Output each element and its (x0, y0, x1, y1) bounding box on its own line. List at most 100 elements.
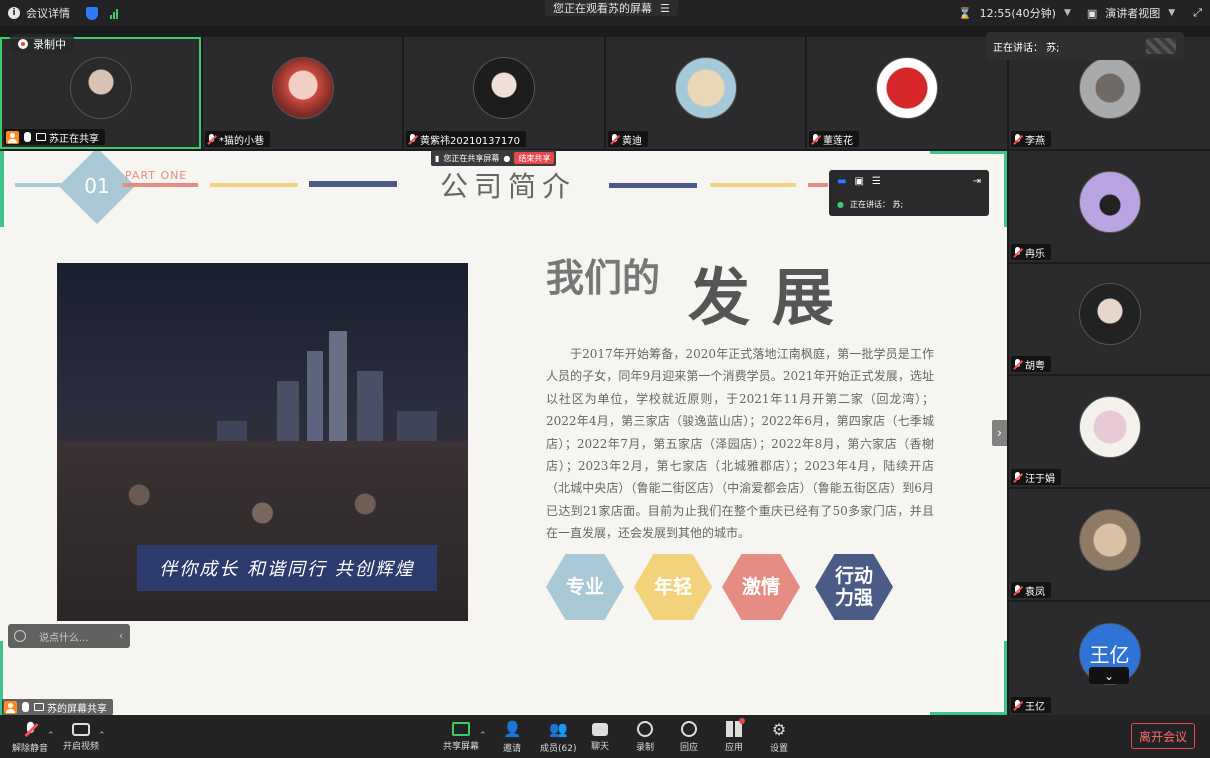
avatar (473, 57, 535, 120)
info-icon[interactable]: i (8, 7, 20, 19)
mic-muted-icon (408, 133, 417, 145)
chevron-left-icon[interactable]: ‹ (112, 631, 130, 642)
video-tile-side-2[interactable]: 冉乐 (1009, 151, 1210, 262)
tag-hexagon-3: 激情 (722, 554, 800, 620)
gear-icon: ⚙ (771, 720, 787, 739)
meeting-info-area[interactable]: i 会议详情 (0, 5, 118, 21)
host-icon (6, 130, 19, 144)
chat-button[interactable]: 聊天 (591, 720, 609, 752)
screen-share-name-tag: 苏的屏幕共享 (2, 699, 113, 715)
tag-label: 行动 力强 (834, 565, 873, 609)
participant-name-tag: 李燕 (1011, 131, 1051, 147)
security-shield-icon[interactable] (86, 6, 98, 20)
emoji-icon[interactable] (8, 630, 32, 642)
avatar (876, 57, 938, 120)
scroll-down-button[interactable]: ⌄ (1089, 667, 1129, 684)
recording-label: 录制中 (33, 38, 66, 51)
mic-muted-icon (811, 133, 820, 145)
mic-active-icon: ● (837, 199, 844, 209)
avatar (1078, 508, 1141, 571)
mic-muted-icon (1013, 471, 1022, 483)
record-label: 录制 (636, 743, 655, 753)
video-tile-2[interactable]: *猫的小巷 (203, 37, 402, 149)
invite-button[interactable]: 👤 邀请 (503, 720, 522, 754)
video-tile-side-4[interactable]: 汪于娟 (1009, 376, 1210, 487)
chat-input[interactable]: 说点什么... (32, 628, 112, 644)
collapse-icon[interactable]: ⇥ (973, 176, 981, 187)
network-signal-icon[interactable] (110, 8, 118, 19)
participant-name-tag: 王亿 (1011, 697, 1051, 713)
floating-mini-panel[interactable]: ▬ ▣ ☰ ⇥ ● 正在讲话： 苏; (829, 170, 989, 216)
video-tile-4[interactable]: 黄迪 (606, 37, 805, 149)
chat-icon (592, 723, 608, 736)
apps-button[interactable]: 应用 (725, 718, 745, 753)
recording-icon (18, 39, 28, 49)
screen-share-icon (34, 703, 44, 711)
view-mode-icon[interactable]: ▣ (1087, 7, 1097, 20)
top-right-controls: ⌛ 12:55(40分钟) ▼ ▣ 演讲者视图 ▼ ⤢ (958, 0, 1202, 26)
mic-muted-icon (1013, 584, 1022, 596)
view-mode-button[interactable]: 演讲者视图 (1105, 5, 1160, 21)
participant-name-tag: 汪于娟 (1011, 469, 1061, 485)
video-tile-3[interactable]: 黄紫祎20210137170 (404, 37, 604, 149)
window-icon[interactable]: ▣ (854, 176, 863, 187)
recording-indicator[interactable]: 录制中 (10, 34, 74, 54)
chevron-down-icon[interactable]: ▼ (1064, 8, 1071, 18)
menu-icon[interactable]: ☰ (660, 2, 670, 15)
chevron-down-icon[interactable]: ▼ (1168, 8, 1175, 18)
start-video-button[interactable]: 开启视频 (63, 720, 99, 752)
share-frame-corner (1004, 151, 1007, 227)
sharing-status-text: 您正在共享屏幕 (443, 153, 500, 163)
sharing-status-bar[interactable]: ▮ 您正在共享屏幕 ● 结束共享 (431, 150, 557, 166)
viewing-screen-indicator[interactable]: 您正在观看苏的屏幕 ☰ (545, 0, 678, 16)
decor-bar (309, 181, 397, 187)
mic-muted-icon (1013, 358, 1022, 370)
record-button[interactable]: 录制 (636, 720, 654, 753)
tag-hexagon-2: 年轻 (634, 554, 712, 620)
mic-muted-icon (1013, 699, 1022, 711)
unmute-button[interactable]: 解除静音 (12, 720, 48, 754)
mic-muted-icon (610, 133, 619, 145)
speaker-thumbnail (1146, 38, 1176, 54)
emoji-icon (681, 721, 697, 737)
camera-off-icon (72, 723, 90, 736)
viewing-screen-text: 您正在观看苏的屏幕 (553, 2, 652, 15)
invite-label: 邀请 (503, 744, 522, 754)
tag-hexagon-4: 行动 力强 (815, 554, 893, 620)
mic-icon (22, 702, 29, 712)
meeting-details-link[interactable]: 会议详情 (26, 5, 70, 21)
minimize-icon[interactable]: ▬ (837, 176, 846, 187)
mic-muted-icon (1013, 246, 1022, 258)
list-icon[interactable]: ☰ (872, 176, 881, 187)
react-button[interactable]: 回应 (680, 720, 698, 753)
chevron-up-icon[interactable]: ⌃ (479, 731, 487, 741)
decor-bar (123, 183, 198, 187)
next-page-button[interactable]: › (992, 420, 1007, 446)
chevron-up-icon[interactable]: ⌃ (98, 731, 106, 741)
tag-label: 年轻 (653, 576, 692, 598)
stop-sharing-button[interactable]: 结束共享 (514, 152, 555, 164)
avatar (674, 57, 737, 120)
share-frame-corner (1004, 641, 1007, 715)
members-button[interactable]: 👥 成员(62) (540, 720, 576, 754)
settings-button[interactable]: ⚙ 设置 (770, 720, 788, 754)
video-tile-side-6[interactable]: 王亿 王亿 (1009, 602, 1210, 715)
video-tile-5[interactable]: 董莲花 (807, 37, 1007, 149)
participant-name: 袁凤 (1025, 586, 1045, 598)
chevron-right-icon: › (996, 425, 1003, 441)
share-screen-button[interactable]: 共享屏幕 (443, 720, 479, 752)
video-tile-side-3[interactable]: 胡粤 (1009, 264, 1210, 374)
screen-share-owner: 苏的屏幕共享 (47, 703, 107, 715)
chat-bubble-input[interactable]: 说点什么... ‹ (8, 624, 130, 648)
fullscreen-icon[interactable]: ⤢ (1193, 6, 1202, 20)
members-label: 成员(62) (540, 744, 577, 754)
leave-meeting-button[interactable]: 离开会议 (1131, 723, 1195, 749)
chevron-up-icon[interactable]: ⌃ (47, 731, 55, 741)
participant-name-tag: 冉乐 (1011, 244, 1051, 260)
video-label: 开启视频 (63, 742, 100, 752)
members-icon: 👥 (549, 720, 568, 738)
top-bar: i 会议详情 您正在观看苏的屏幕 ☰ ⌛ 12:55(40分钟) ▼ ▣ 演讲者… (0, 0, 1210, 26)
team-photo: 伴你成长 和谐同行 共创辉煌 (57, 263, 468, 621)
video-tile-side-5[interactable]: 袁凤 (1009, 489, 1210, 600)
part-label: PART ONE (125, 169, 188, 182)
